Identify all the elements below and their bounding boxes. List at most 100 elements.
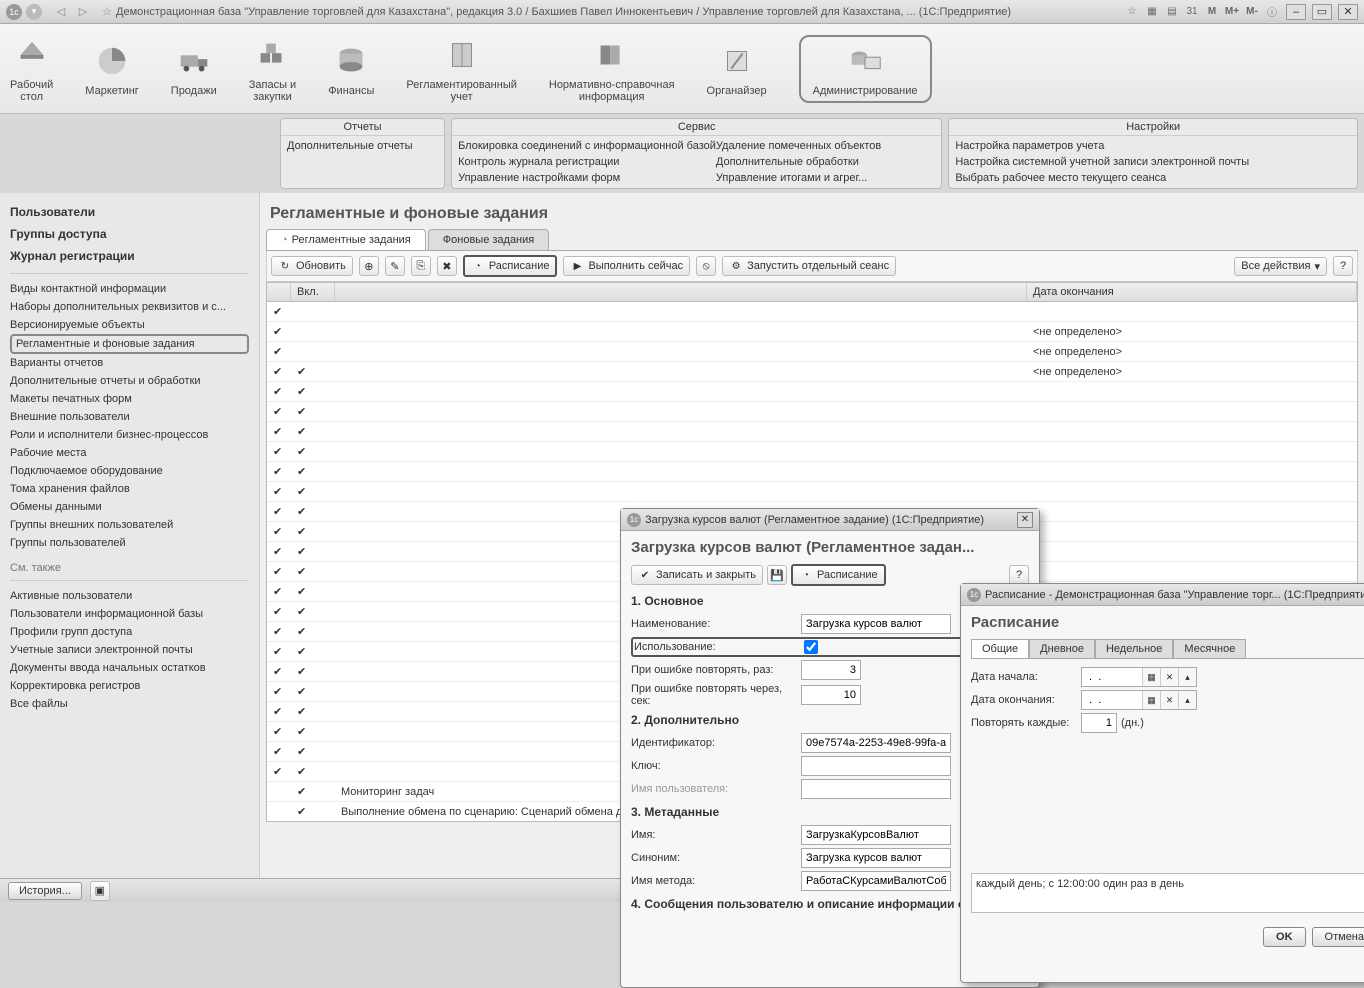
see-also-4[interactable]: Документы ввода начальных остатков (10, 659, 249, 677)
sidebar-item-1[interactable]: Наборы дополнительных реквизитов и с... (10, 298, 249, 316)
link-block-conn[interactable]: Блокировка соединений с информационной б… (458, 138, 716, 154)
panel-toggle-button[interactable]: ▣ (90, 881, 110, 901)
all-actions-button[interactable]: Все действия ▾ (1234, 257, 1327, 276)
help-icon[interactable]: ⓘ (1264, 5, 1280, 19)
tool-regulated[interactable]: Регламентированный учет (406, 35, 517, 103)
see-also-0[interactable]: Активные пользователи (10, 587, 249, 605)
link-extra-reports[interactable]: Дополнительные отчеты (287, 138, 438, 154)
panel-icon[interactable]: ▦ (1144, 5, 1160, 19)
history-button[interactable]: История... (8, 882, 82, 900)
add-button[interactable]: ⊕ (359, 256, 379, 276)
link-totals[interactable]: Управление итогами и агрег... (716, 170, 935, 186)
clear-icon[interactable]: ✕ (1160, 668, 1178, 686)
sidebar-item-5[interactable]: Дополнительные отчеты и обработки (10, 372, 249, 390)
spinner-icon[interactable]: ▴ (1178, 668, 1196, 686)
help-button[interactable]: ? (1333, 256, 1353, 276)
mem-mplus[interactable]: M+ (1224, 5, 1240, 19)
input-id[interactable] (801, 733, 951, 753)
input-repeat[interactable] (1081, 713, 1117, 733)
schedule-button[interactable]: ◔Расписание (463, 255, 558, 277)
spinner-icon[interactable]: ▴ (1178, 691, 1196, 709)
tab-weekly[interactable]: Недельное (1095, 639, 1173, 658)
close-icon[interactable]: ✕ (1017, 512, 1033, 528)
save-button[interactable]: 💾 (767, 565, 787, 585)
tool-finance[interactable]: Финансы (328, 41, 374, 97)
tab-background[interactable]: Фоновые задания (428, 229, 549, 250)
edit-button[interactable]: ✎ (385, 256, 405, 276)
input-retry[interactable] (801, 660, 861, 680)
clear-icon[interactable]: ✕ (1160, 691, 1178, 709)
tool-stock[interactable]: Запасы и закупки (249, 35, 296, 103)
link-extra-processing[interactable]: Дополнительные обработки (716, 154, 935, 170)
tab-daily[interactable]: Дневное (1029, 639, 1095, 658)
link-email[interactable]: Настройка системной учетной записи элект… (955, 154, 1351, 170)
sidebar-item-4[interactable]: Варианты отчетов (10, 354, 249, 372)
table-row[interactable]: ✔ (267, 302, 1357, 322)
sidebar-item-9[interactable]: Рабочие места (10, 444, 249, 462)
see-also-3[interactable]: Учетные записи электронной почты (10, 641, 249, 659)
sidebar-item-0[interactable]: Виды контактной информации (10, 280, 249, 298)
see-also-5[interactable]: Корректировка регистров (10, 677, 249, 695)
table-row[interactable]: ✔<не определено> (267, 342, 1357, 362)
input-syn[interactable] (801, 848, 951, 868)
stop-button[interactable]: ⦸ (696, 256, 716, 276)
schedule-dialog[interactable]: 1c Расписание - Демонстрационная база "У… (960, 583, 1364, 983)
input-start-date[interactable]: ▦✕▴ (1081, 667, 1197, 687)
tool-reference[interactable]: Нормативно-справочная информация (549, 35, 675, 103)
see-also-1[interactable]: Пользователи информационной базы (10, 605, 249, 623)
maximize-button[interactable]: ▭ (1312, 4, 1332, 20)
calendar-icon[interactable]: ▦ (1142, 691, 1160, 709)
input-mname[interactable] (801, 825, 951, 845)
sidebar-item-11[interactable]: Тома хранения файлов (10, 480, 249, 498)
sidebar-item-13[interactable]: Группы внешних пользователей (10, 516, 249, 534)
input-name[interactable] (801, 614, 951, 634)
input-method[interactable] (801, 871, 951, 891)
table-row[interactable]: ✔✔ (267, 442, 1357, 462)
refresh-button[interactable]: ↻Обновить (271, 256, 353, 276)
tab-scheduled[interactable]: ◔Регламентные задания (266, 229, 426, 250)
sidebar-journal[interactable]: Журнал регистрации (10, 245, 249, 267)
table-row[interactable]: ✔✔ (267, 402, 1357, 422)
input-user[interactable] (801, 779, 951, 799)
link-delete-marked[interactable]: Удаление помеченных объектов (716, 138, 935, 154)
table-row[interactable]: ✔✔ (267, 462, 1357, 482)
tool-marketing[interactable]: Маркетинг (85, 41, 138, 97)
delete-button[interactable]: ✖ (437, 256, 457, 276)
ok-button[interactable]: OK (1263, 927, 1306, 947)
calendar-icon[interactable]: 31 (1184, 5, 1200, 19)
nav-fwd-icon[interactable]: ▷ (74, 4, 92, 20)
minimize-button[interactable]: – (1286, 4, 1306, 20)
link-workplace[interactable]: Выбрать рабочее место текущего сеанса (955, 170, 1351, 186)
nav-back-icon[interactable]: ◁ (52, 4, 70, 20)
sidebar-item-10[interactable]: Подключаемое оборудование (10, 462, 249, 480)
sidebar-item-scheduled-jobs[interactable]: Регламентные и фоновые задания (10, 334, 249, 354)
copy-button[interactable]: ⎘ (411, 256, 431, 276)
tool-admin[interactable]: Администрирование (799, 35, 932, 103)
sidebar-item-14[interactable]: Группы пользователей (10, 534, 249, 552)
cancel-button[interactable]: Отмена (1312, 927, 1364, 947)
sidebar-item-2[interactable]: Версионируемые объекты (10, 316, 249, 334)
sidebar-groups[interactable]: Группы доступа (10, 223, 249, 245)
table-row[interactable]: ✔✔ (267, 482, 1357, 502)
dlg-help-button[interactable]: ? (1009, 565, 1029, 585)
table-row[interactable]: ✔<не определено> (267, 322, 1357, 342)
dropdown-icon[interactable]: ▾ (26, 4, 42, 20)
input-retry-sec[interactable] (801, 685, 861, 705)
tool-organizer[interactable]: Органайзер (707, 41, 767, 97)
tool-sales[interactable]: Продажи (171, 41, 217, 97)
sidebar-item-8[interactable]: Роли и исполнители бизнес-процессов (10, 426, 249, 444)
tab-common[interactable]: Общие (971, 639, 1029, 658)
sidebar-item-7[interactable]: Внешние пользователи (10, 408, 249, 426)
calendar-icon[interactable]: ▦ (1142, 668, 1160, 686)
star-icon[interactable]: ☆ (98, 4, 116, 20)
table-row[interactable]: ✔✔ (267, 422, 1357, 442)
see-also-2[interactable]: Профили групп доступа (10, 623, 249, 641)
save-close-button[interactable]: ✔Записать и закрыть (631, 565, 763, 585)
see-also-6[interactable]: Все файлы (10, 695, 249, 713)
table-row[interactable]: ✔✔ (267, 382, 1357, 402)
table-row[interactable]: ✔✔<не определено> (267, 362, 1357, 382)
sidebar-item-12[interactable]: Обмены данными (10, 498, 249, 516)
link-params[interactable]: Настройка параметров учета (955, 138, 1351, 154)
checkbox-use[interactable] (804, 640, 818, 654)
favorite-icon[interactable]: ☆ (1124, 5, 1140, 19)
